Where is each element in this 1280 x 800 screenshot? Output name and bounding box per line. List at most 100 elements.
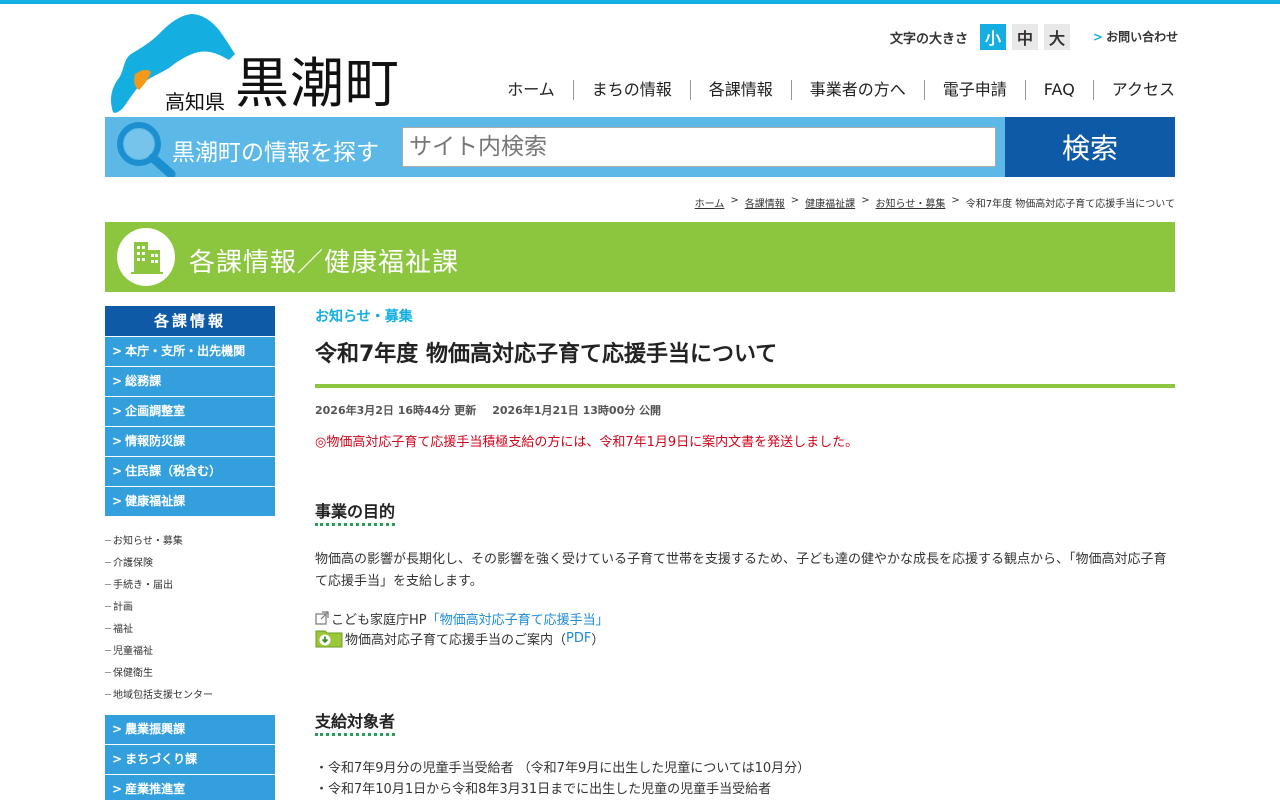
cfa-link[interactable]: 「物価高対応子育て応援手当」	[427, 609, 609, 628]
sidebar-item-industry[interactable]: > 産業推進室	[105, 775, 275, 800]
sidebar: 各課情報 > 本庁・支所・出先機関 > 総務課 > 企画調整室 > 情報防災課 > 住民課…	[105, 306, 275, 800]
dash-icon: ─	[105, 580, 112, 591]
nav-access[interactable]: アクセス	[1092, 80, 1175, 100]
chevron-right-icon: >	[112, 374, 123, 388]
sidebar-item-label: 企画調整室	[125, 404, 186, 418]
section-text-purpose: 物価高の影響が長期化し、その影響を強く受けている子育て世帯を支援するため、子ども…	[315, 552, 1167, 589]
submenu-item-public-health[interactable]: ─ 保健衛生	[105, 663, 275, 685]
breadcrumb-notices[interactable]: お知らせ・募集	[876, 195, 946, 210]
submenu-item-child-welfare[interactable]: ─ 児童福祉	[105, 641, 275, 663]
submenu-label: 介護保険	[113, 558, 154, 569]
contact-link[interactable]: > お問い合わせ	[1093, 28, 1178, 45]
submenu-label: 計画	[113, 602, 134, 613]
top-accent-bar	[0, 0, 1280, 4]
dash-icon: ─	[105, 536, 112, 547]
search-input[interactable]	[402, 127, 996, 167]
magnifier-icon	[117, 122, 176, 177]
page-title: 令和7年度 物価高対応子育て応援手当について	[315, 342, 778, 367]
breadcrumb-departments[interactable]: 各課情報	[745, 195, 785, 210]
dash-icon: ─	[105, 602, 112, 613]
building-icon	[131, 242, 163, 274]
font-size-label: 文字の大きさ	[890, 31, 969, 47]
chevron-right-icon: >	[112, 494, 123, 508]
eligibility-list: ・令和7年9月分の児童手当受給者 （令和7年9月に出生した児童については10月分…	[315, 758, 1175, 800]
submenu-item-welfare[interactable]: ─ 福祉	[105, 619, 275, 641]
sidebar-submenu: ─ お知らせ・募集 ─ 介護保険 ─ 手続き・届出 ─ 計画 ─ 福祉 ─ 児童福祉 ─ 保健…	[105, 531, 275, 707]
article: お知らせ・募集 令和7年度 物価高対応子育て応援手当について 2026年3月2日…	[315, 306, 1175, 800]
sidebar-item-health-welfare[interactable]: > 健康福祉課	[105, 487, 275, 516]
breadcrumb-separator: >	[951, 195, 960, 206]
submenu-label: 児童福祉	[113, 646, 154, 657]
submenu-item-nursing-insurance[interactable]: ─ 介護保険	[105, 553, 275, 575]
sidebar-item-label: まちづくり課	[125, 752, 198, 766]
list-item: ・令和7年9月分の児童手当受給者 （令和7年9月に出生した児童については10月分…	[315, 761, 811, 776]
pdf-link-prefix: 物価高対応子育て応援手当のご案内（	[345, 632, 567, 648]
nav-e-application[interactable]: 電子申請	[923, 80, 1025, 100]
sidebar-item-label: 情報防災課	[125, 434, 186, 448]
font-size-small-button[interactable]: 小	[980, 24, 1007, 50]
search-bar: 黒潮町の情報を探す 検索	[105, 117, 1175, 177]
breadcrumb-health-welfare[interactable]: 健康福祉課	[805, 195, 855, 210]
global-nav: ホーム まちの情報 各課情報 事業者の方へ 電子申請 FAQ アクセス	[489, 78, 1175, 102]
search-button[interactable]: 検索	[1005, 117, 1175, 177]
sidebar-item-disaster-info[interactable]: > 情報防災課	[105, 427, 275, 456]
nav-departments[interactable]: 各課情報	[689, 80, 791, 100]
dash-icon: ─	[105, 668, 112, 679]
chevron-right-icon: >	[112, 404, 123, 418]
external-link-icon	[315, 611, 329, 625]
dash-icon: ─	[105, 558, 112, 569]
search-label: 黒潮町の情報を探す	[172, 140, 379, 166]
sidebar-item-label: 住民課（税含む）	[125, 464, 222, 478]
sidebar-item-general-affairs[interactable]: > 総務課	[105, 367, 275, 396]
submenu-item-community-support[interactable]: ─ 地域包括支援センター	[105, 685, 275, 707]
chevron-right-icon: >	[112, 782, 123, 796]
article-category: お知らせ・募集	[315, 309, 413, 325]
sidebar-item-town-development[interactable]: > まちづくり課	[105, 745, 275, 774]
sidebar-item-label: 健康福祉課	[125, 494, 186, 508]
breadcrumb-current: 令和7年度 物価高対応子育て応援手当について	[965, 199, 1175, 210]
section-banner: 各課情報／健康福祉課	[105, 222, 1175, 292]
breadcrumb-separator: >	[790, 195, 800, 206]
submenu-item-notices[interactable]: ─ お知らせ・募集	[105, 531, 275, 553]
related-links: こども家庭庁HP 「物価高対応子育て応援手当」 物価高対応子育て応援手当のご案内（…	[315, 608, 1175, 648]
breadcrumb-separator: >	[730, 195, 739, 206]
pdf-link[interactable]: PDF	[566, 631, 591, 646]
chevron-right-icon: >	[112, 722, 123, 736]
site-logo[interactable]: 高知県 黒潮町	[105, 12, 415, 117]
submenu-label: 保健衛生	[113, 668, 154, 679]
chevron-right-icon: >	[112, 752, 123, 766]
logo-prefecture: 高知県	[165, 90, 225, 114]
chevron-right-icon: >	[112, 344, 123, 358]
breadcrumb-home[interactable]: ホーム	[695, 195, 725, 210]
nav-faq[interactable]: FAQ	[1024, 80, 1093, 100]
sidebar-item-label: 総務課	[125, 374, 162, 388]
dash-icon: ─	[105, 690, 112, 701]
sidebar-item-label: 農業振興課	[125, 722, 186, 736]
chevron-right-icon: >	[112, 464, 123, 478]
section-heading-purpose: 事業の目的	[315, 498, 396, 526]
submenu-item-procedures[interactable]: ─ 手続き・届出	[105, 575, 275, 597]
sidebar-item-residents[interactable]: > 住民課（税含む）	[105, 457, 275, 486]
article-dates: 2026年3月2日 16時44分 更新 2026年1月21日 13時00分 公開	[315, 402, 1175, 418]
submenu-label: 手続き・届出	[113, 580, 174, 591]
nav-town-info[interactable]: まちの情報	[572, 80, 690, 100]
title-divider	[315, 384, 1175, 388]
submenu-label: お知らせ・募集	[113, 536, 183, 547]
sidebar-item-planning[interactable]: > 企画調整室	[105, 397, 275, 426]
download-folder-icon	[315, 630, 343, 648]
nav-home[interactable]: ホーム	[489, 80, 573, 100]
font-size-large-button[interactable]: 大	[1044, 24, 1071, 50]
font-size-medium-button[interactable]: 中	[1012, 24, 1039, 50]
sidebar-item-label: 産業推進室	[125, 782, 186, 796]
sidebar-item-main-office[interactable]: > 本庁・支所・出先機関	[105, 337, 275, 366]
building-icon-circle	[117, 228, 175, 286]
sidebar-heading: 各課情報	[105, 306, 275, 336]
submenu-item-plans[interactable]: ─ 計画	[105, 597, 275, 619]
nav-business[interactable]: 事業者の方へ	[790, 80, 924, 100]
notice-text: ◎物価高対応子育て応援手当積極支給の方には、令和7年1月9日に案内文書を発送しま…	[315, 435, 859, 450]
sidebar-item-agriculture[interactable]: > 農業振興課	[105, 715, 275, 744]
logo-town-name: 黒潮町	[235, 52, 400, 115]
link-prefix: こども家庭庁HP	[331, 612, 427, 628]
submenu-label: 福祉	[113, 624, 134, 635]
submenu-label: 地域包括支援センター	[113, 690, 214, 701]
